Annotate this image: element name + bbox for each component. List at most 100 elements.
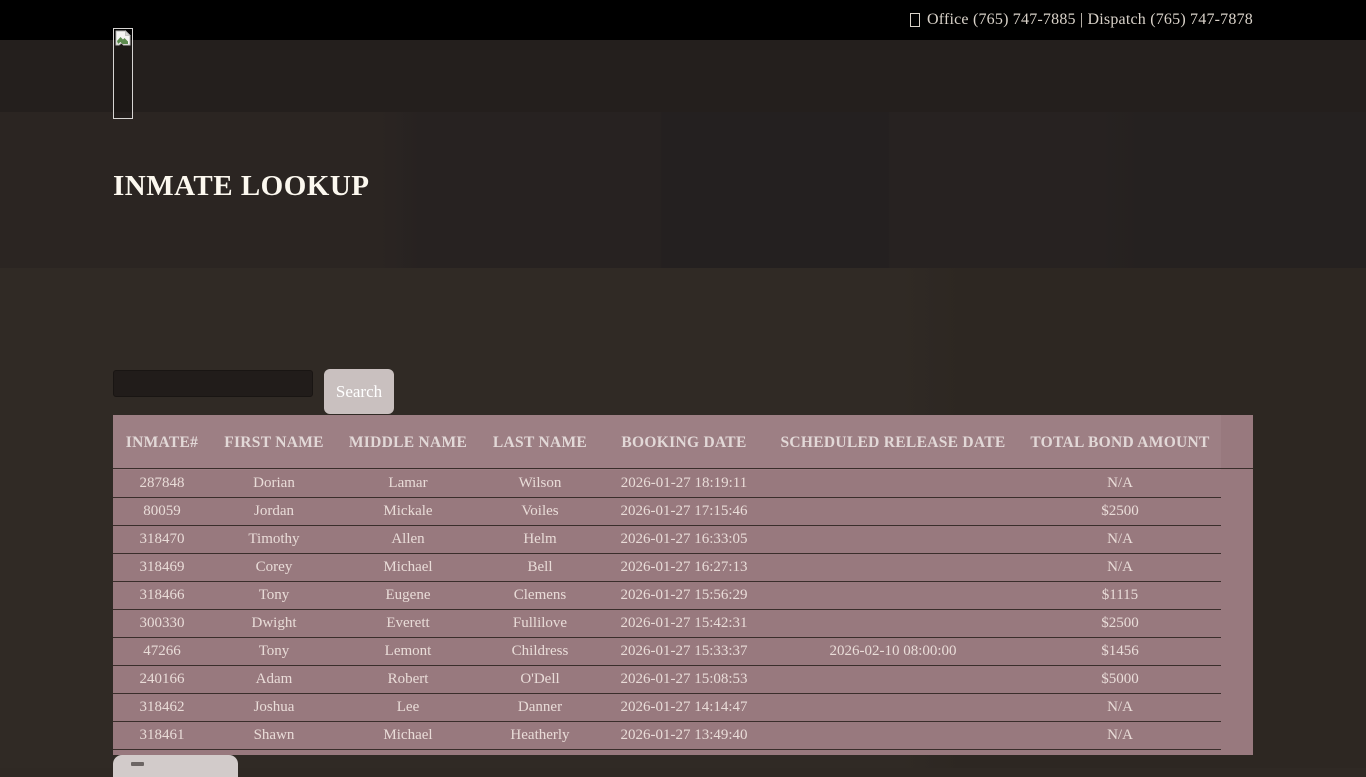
table-cell: Mickale xyxy=(337,498,479,526)
table-cell: Corey xyxy=(211,554,337,582)
partial-bottom-button[interactable] xyxy=(113,755,238,777)
table-cell: 2026-01-27 13:49:40 xyxy=(601,722,767,750)
column-header: INMATE# xyxy=(113,415,211,470)
table-cell: 2026-01-27 13:01:24 xyxy=(601,750,767,756)
table-cell: 2026-01-27 15:42:31 xyxy=(601,610,767,638)
table-cell: $2500 xyxy=(1019,610,1221,638)
table-cell: 2026-01-27 16:27:13 xyxy=(601,554,767,582)
table-cell xyxy=(767,526,1019,554)
table-cell: 2026-02-10 08:00:00 xyxy=(767,638,1019,666)
table-cell: Everett xyxy=(337,610,479,638)
search-input[interactable] xyxy=(113,370,313,397)
table-cell xyxy=(767,582,1019,610)
nav-band xyxy=(0,40,1366,112)
table-cell: 318461 xyxy=(113,722,211,750)
table-cell: 2026-01-27 18:19:11 xyxy=(601,470,767,498)
table-cell: Allen xyxy=(337,526,479,554)
table-cell: Dwight xyxy=(211,610,337,638)
table-cell xyxy=(767,694,1019,722)
table-row: 318462JoshuaLeeDanner2026-01-27 14:14:47… xyxy=(113,694,1221,722)
broken-logo-image-placeholder xyxy=(113,28,133,119)
table-cell: N/A xyxy=(1019,526,1221,554)
inmate-table: INMATE#FIRST NAMEMIDDLE NAMELAST NAMEBOO… xyxy=(113,415,1221,755)
table-cell: Timothy xyxy=(211,526,337,554)
table-cell: Shawn xyxy=(211,722,337,750)
table-cell: Tony xyxy=(211,582,337,610)
table-cell: Bell xyxy=(479,554,601,582)
table-cell: $5000 xyxy=(1019,666,1221,694)
table-cell: 318469 xyxy=(113,554,211,582)
column-header: TOTAL BOND AMOUNT xyxy=(1019,415,1221,470)
table-cell: Jordan xyxy=(211,498,337,526)
table-body: 287848DorianLamarWilson2026-01-27 18:19:… xyxy=(113,470,1221,755)
table-cell: 318466 xyxy=(113,582,211,610)
table-row: 318461ShawnMichaelHeatherly2026-01-27 13… xyxy=(113,722,1221,750)
table-cell: $2500 xyxy=(1019,498,1221,526)
table-cell: Lamar xyxy=(337,470,479,498)
table-cell xyxy=(767,750,1019,756)
table-cell: O'Dell xyxy=(479,666,601,694)
table-cell: Childress xyxy=(479,638,601,666)
table-cell: 2026-01-27 15:33:37 xyxy=(601,638,767,666)
table-row: 300330DwightEverettFullilove2026-01-27 1… xyxy=(113,610,1221,638)
inmate-table-container: INMATE#FIRST NAMEMIDDLE NAMELAST NAMEBOO… xyxy=(113,415,1253,755)
table-cell xyxy=(767,666,1019,694)
table-cell: 318462 xyxy=(113,694,211,722)
table-cell: 2026-01-27 15:08:53 xyxy=(601,666,767,694)
table-cell: Taylor xyxy=(479,750,601,756)
table-header-row: INMATE#FIRST NAMEMIDDLE NAMELAST NAMEBOO… xyxy=(113,415,1221,470)
table-cell: Michael xyxy=(337,554,479,582)
header-divider xyxy=(113,468,1253,469)
table-cell: 2026-01-27 17:15:46 xyxy=(601,498,767,526)
table-row: 240166AdamRobertO'Dell2026-01-27 15:08:5… xyxy=(113,666,1221,694)
table-cell: Adam xyxy=(211,666,337,694)
table-cell: 240166 xyxy=(113,666,211,694)
table-cell: Lemont xyxy=(337,638,479,666)
contact-phones-text: Office (765) 747-7885 | Dispatch (765) 7… xyxy=(927,11,1253,29)
table-cell: Helm xyxy=(479,526,601,554)
table-cell: Dorian xyxy=(211,470,337,498)
table-cell: Danner xyxy=(479,694,601,722)
search-button[interactable]: Search xyxy=(324,369,394,414)
column-header: SCHEDULED RELEASE DATE xyxy=(767,415,1019,470)
column-header: MIDDLE NAME xyxy=(337,415,479,470)
top-contact-bar: Office (765) 747-7885 | Dispatch (765) 7… xyxy=(0,0,1366,40)
table-cell: Tony xyxy=(211,638,337,666)
table-cell: Fullilove xyxy=(479,610,601,638)
table-cell: 47266 xyxy=(113,638,211,666)
column-header: BOOKING DATE xyxy=(601,415,767,470)
table-row: 287848DorianLamarWilson2026-01-27 18:19:… xyxy=(113,470,1221,498)
table-cell: 2026-01-27 14:14:47 xyxy=(601,694,767,722)
table-cell: N/A xyxy=(1019,750,1221,756)
table-cell xyxy=(767,554,1019,582)
table-cell: N/A xyxy=(1019,470,1221,498)
column-header: LAST NAME xyxy=(479,415,601,470)
table-cell: 80059 xyxy=(113,498,211,526)
table-cell: $1456 xyxy=(1019,638,1221,666)
table-cell: N/A xyxy=(1019,694,1221,722)
table-cell: N/A xyxy=(1019,722,1221,750)
table-row: 318466TonyEugeneClemens2026-01-27 15:56:… xyxy=(113,582,1221,610)
table-cell xyxy=(767,722,1019,750)
table-cell: Lamiez xyxy=(337,750,479,756)
table-cell: Michael xyxy=(337,722,479,750)
table-row: 47266TonyLemontChildress2026-01-27 15:33… xyxy=(113,638,1221,666)
table-cell: N/A xyxy=(1019,554,1221,582)
table-cell: Heatherly xyxy=(479,722,601,750)
contact-phones: Office (765) 747-7885 | Dispatch (765) 7… xyxy=(910,11,1253,29)
table-cell xyxy=(767,610,1019,638)
table-cell xyxy=(767,470,1019,498)
table-cell xyxy=(767,498,1019,526)
broken-image-icon xyxy=(115,30,131,46)
table-cell: 287848 xyxy=(113,470,211,498)
page-title: INMATE LOOKUP xyxy=(113,170,370,203)
table-cell: Robert xyxy=(337,666,479,694)
phone-icon xyxy=(910,13,920,27)
table-header: INMATE#FIRST NAMEMIDDLE NAMELAST NAMEBOO… xyxy=(113,415,1221,470)
table-cell: Clemens xyxy=(479,582,601,610)
column-header: FIRST NAME xyxy=(211,415,337,470)
table-cell: Eugene xyxy=(337,582,479,610)
table-cell: 2026-01-27 15:56:29 xyxy=(601,582,767,610)
table-cell: Voiles xyxy=(479,498,601,526)
table-cell: 318470 xyxy=(113,526,211,554)
